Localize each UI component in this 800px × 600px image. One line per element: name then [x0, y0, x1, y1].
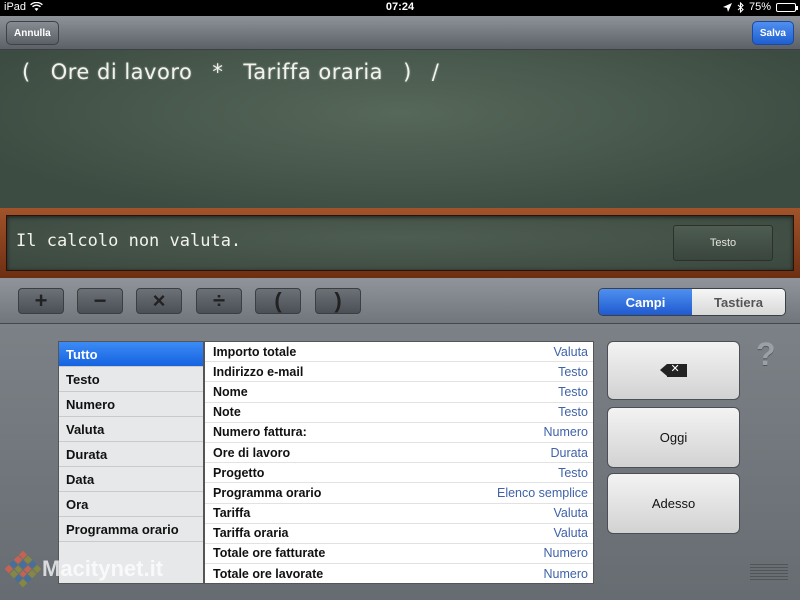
save-button[interactable]: Salva: [751, 21, 794, 45]
field-picker-panel: Tutto Testo Numero Valuta Durata Data Or…: [0, 324, 800, 600]
field-row[interactable]: Importo totale Valuta: [205, 342, 593, 363]
field-row[interactable]: Progetto Testo: [205, 463, 593, 484]
formula-expression: ( Ore di lavoro * Tariffa oraria ) /: [22, 60, 439, 84]
category-item-tutto[interactable]: Tutto: [59, 342, 203, 367]
category-item-programma-orario[interactable]: Programma orario: [59, 517, 203, 542]
close-paren-button[interactable]: ): [315, 288, 361, 314]
formula-token[interactable]: Ore di lavoro: [51, 60, 193, 84]
formula-token[interactable]: *: [212, 60, 223, 84]
minus-button[interactable]: −: [77, 288, 123, 314]
watermark: Macitynet.it: [4, 550, 164, 588]
field-name: Totale ore fatturate: [213, 546, 326, 561]
field-type: Numero: [543, 566, 588, 581]
help-icon[interactable]: ?: [756, 336, 776, 373]
category-item-durata[interactable]: Durata: [59, 442, 203, 467]
field-row[interactable]: Note Testo: [205, 403, 593, 423]
field-row[interactable]: Numero fattura: Numero: [205, 423, 593, 443]
field-type: Testo: [558, 364, 588, 379]
navigation-bar: Annulla Salva: [0, 16, 800, 50]
status-right: 75%: [722, 1, 798, 13]
status-bar: iPad 07:24 75%: [0, 0, 800, 16]
segment-fields[interactable]: Campi: [599, 289, 692, 315]
status-time: 07:24: [385, 1, 415, 13]
field-type: Numero: [543, 546, 588, 561]
result-board: Il calcolo non valuta. Testo: [6, 215, 794, 271]
field-row[interactable]: Programma orario Elenco semplice: [205, 483, 593, 504]
field-type: Elenco semplice: [496, 485, 588, 500]
battery-icon: [776, 2, 798, 12]
result-message: Il calcolo non valuta.: [16, 231, 242, 251]
multiply-button[interactable]: ×: [136, 288, 182, 314]
field-row[interactable]: Totale ore lavorate Numero: [205, 564, 593, 583]
field-type: Durata: [550, 445, 588, 460]
field-row[interactable]: Tariffa Valuta: [205, 504, 593, 524]
grip-handle-icon[interactable]: [750, 564, 788, 580]
formula-token[interactable]: /: [432, 60, 440, 84]
field-type: Valuta: [553, 506, 588, 521]
input-mode-segmented-control: Campi Tastiera: [598, 288, 786, 316]
backspace-icon: [659, 362, 687, 377]
field-name: Tariffa: [213, 506, 251, 521]
cancel-button[interactable]: Annulla: [6, 21, 59, 45]
field-name: Indirizzo e-mail: [213, 364, 304, 379]
field-name: Nome: [213, 384, 248, 399]
open-paren-button[interactable]: (: [255, 288, 301, 314]
result-type-button[interactable]: Testo: [673, 225, 773, 261]
field-name: Programma orario: [213, 485, 322, 500]
field-row[interactable]: Totale ore fatturate Numero: [205, 544, 593, 565]
formula-token[interactable]: (: [22, 60, 31, 84]
operator-toolbar: + − × ÷ ( ) Campi Tastiera: [0, 278, 800, 324]
field-name: Tariffa oraria: [213, 526, 289, 541]
battery-percent: 75%: [748, 1, 771, 13]
field-type: Testo: [558, 405, 588, 420]
category-item-numero[interactable]: Numero: [59, 392, 203, 417]
category-item-valuta[interactable]: Valuta: [59, 417, 203, 442]
formula-token[interactable]: Tariffa oraria: [243, 60, 383, 84]
bluetooth-icon: [737, 1, 744, 13]
field-name: Note: [213, 405, 241, 420]
field-row[interactable]: Indirizzo e-mail Testo: [205, 362, 593, 383]
backspace-button[interactable]: [607, 341, 740, 400]
field-name: Ore di lavoro: [213, 445, 291, 460]
field-name: Importo totale: [213, 344, 297, 359]
field-type: Testo: [558, 465, 588, 480]
field-type: Valuta: [553, 344, 588, 359]
today-button[interactable]: Oggi: [607, 407, 740, 468]
watermark-logo-icon: [4, 550, 42, 588]
formula-chalkboard[interactable]: ( Ore di lavoro * Tariffa oraria ) /: [0, 50, 800, 208]
field-type: Numero: [543, 425, 588, 440]
field-type: Testo: [558, 384, 588, 399]
field-row[interactable]: Nome Testo: [205, 382, 593, 403]
segment-keyboard[interactable]: Tastiera: [692, 289, 785, 315]
watermark-text: Macitynet.it: [42, 556, 164, 581]
plus-button[interactable]: +: [18, 288, 64, 314]
category-item-data[interactable]: Data: [59, 467, 203, 492]
field-row[interactable]: Ore di lavoro Durata: [205, 443, 593, 464]
field-row[interactable]: Tariffa oraria Valuta: [205, 524, 593, 544]
result-frame: Il calcolo non valuta. Testo: [0, 208, 800, 278]
category-list: Tutto Testo Numero Valuta Durata Data Or…: [58, 341, 204, 584]
field-name: Numero fattura:: [213, 425, 307, 440]
location-icon: [722, 2, 732, 12]
field-type: Valuta: [553, 526, 588, 541]
field-list: Importo totale Valuta Indirizzo e-mail Tes…: [204, 341, 594, 584]
field-name: Progetto: [213, 465, 265, 480]
divide-button[interactable]: ÷: [196, 288, 242, 314]
formula-token[interactable]: ): [403, 60, 412, 84]
field-name: Totale ore lavorate: [213, 566, 324, 581]
category-item-ora[interactable]: Ora: [59, 492, 203, 517]
category-item-testo[interactable]: Testo: [59, 367, 203, 392]
now-button[interactable]: Adesso: [607, 473, 740, 534]
